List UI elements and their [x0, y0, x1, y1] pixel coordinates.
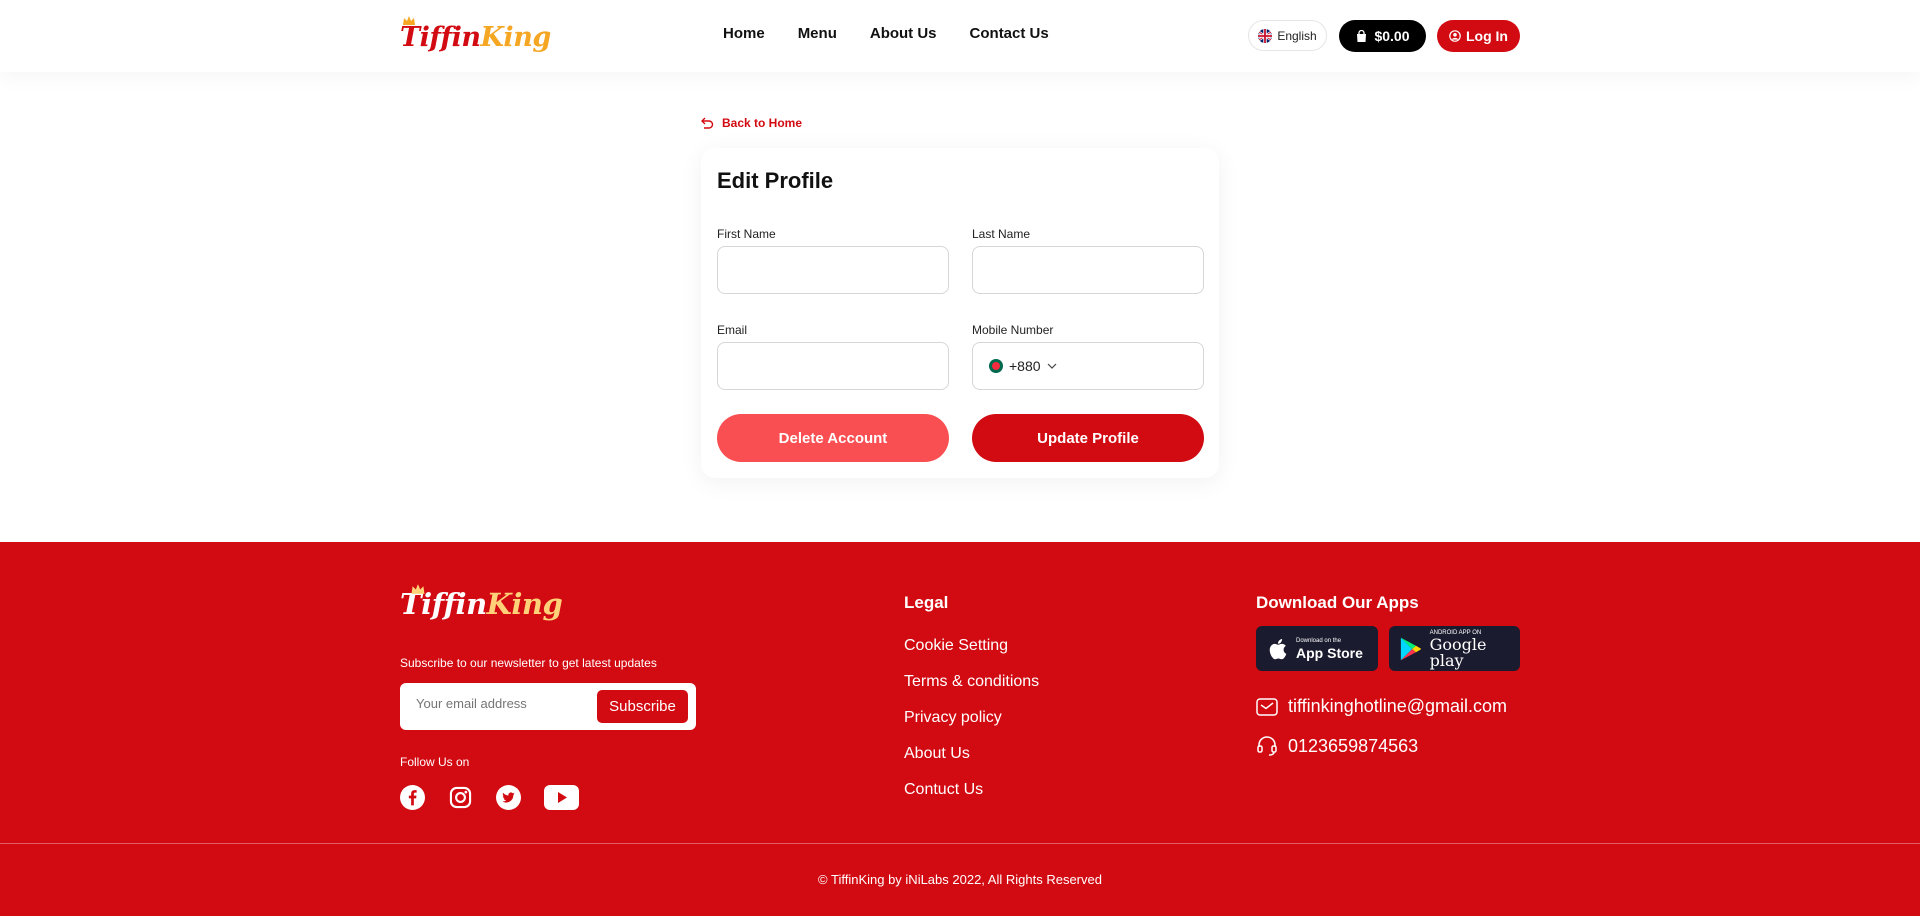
link-about-us[interactable]: About Us [904, 744, 1039, 780]
contact-phone-text: 0123659874563 [1288, 735, 1419, 756]
login-button[interactable]: Log In [1437, 20, 1520, 52]
last-name-label: Last Name [972, 227, 1031, 241]
google-play-button[interactable]: ANDROID APP ON Google play [1389, 626, 1520, 671]
first-name-input[interactable] [717, 246, 949, 294]
login-label: Log In [1466, 28, 1508, 44]
google-play-big-text: Google play [1429, 634, 1487, 670]
headset-icon [1257, 736, 1277, 756]
link-terms-conditions[interactable]: Terms & conditions [904, 672, 1039, 708]
delete-account-button[interactable]: Delete Account [717, 414, 949, 462]
mobile-number-input[interactable]: +880 [972, 342, 1204, 390]
language-label: English [1277, 28, 1317, 43]
follow-us-text: Follow Us on [400, 755, 470, 769]
newsletter-email-input[interactable] [416, 696, 576, 711]
download-apps-heading: Download Our Apps [1256, 593, 1419, 612]
nav-about-us[interactable]: About Us [870, 25, 937, 42]
user-circle-icon [1449, 30, 1461, 42]
cart-total: $0.00 [1374, 28, 1410, 44]
legal-heading: Legal [904, 593, 949, 612]
nav-contact-us[interactable]: Contact Us [970, 25, 1049, 42]
contact-email[interactable]: tiffinkinghotline@gmail.com [1256, 696, 1507, 717]
apple-icon [1269, 638, 1287, 659]
twitter-icon[interactable] [496, 785, 521, 810]
facebook-icon[interactable] [400, 785, 425, 810]
shopping-bag-icon [1357, 29, 1367, 42]
google-play-icon [1400, 637, 1421, 660]
edit-profile-card: Edit Profile First Name Last Name Email … [701, 148, 1219, 478]
crown-icon [411, 584, 425, 594]
update-profile-button[interactable]: Update Profile [972, 414, 1204, 462]
main-nav: Home Menu About Us Contact Us [723, 25, 1082, 42]
mobile-number-label: Mobile Number [972, 323, 1054, 337]
email-input[interactable] [717, 342, 949, 390]
back-link-label: Back to Home [722, 116, 803, 130]
footer-logo[interactable]: TiffinKing [400, 584, 563, 621]
back-to-home-link[interactable]: Back to Home [701, 116, 802, 130]
page-title: Edit Profile [717, 168, 834, 193]
logo-text: TiffinKing [400, 21, 551, 53]
contact-email-text: tiffinkinghotline@gmail.com [1288, 696, 1508, 716]
instagram-icon[interactable] [448, 785, 473, 810]
mail-icon [1256, 697, 1278, 716]
undo-arrow-icon [701, 117, 714, 129]
contact-phone[interactable]: 0123659874563 [1256, 735, 1418, 757]
nav-home[interactable]: Home [723, 25, 765, 42]
crown-icon [403, 16, 415, 25]
link-privacy-policy[interactable]: Privacy policy [904, 708, 1039, 744]
cart-button[interactable]: $0.00 [1339, 20, 1426, 52]
app-store-big-text: App Store [1296, 644, 1363, 661]
uk-flag-icon [1258, 28, 1273, 43]
newsletter-form: Subscribe [400, 683, 696, 730]
app-store-small-text: Download on the [1296, 637, 1342, 644]
site-header: TiffinKing Home Menu About Us Contact Us… [0, 0, 1920, 72]
copyright-text: © TiffinKing by iNiLabs 2022, All Rights… [818, 872, 1102, 887]
youtube-icon[interactable] [544, 785, 579, 810]
subscribe-button[interactable]: Subscribe [597, 690, 688, 723]
last-name-input[interactable] [972, 246, 1204, 294]
footer-divider [0, 843, 1920, 844]
language-selector[interactable]: English [1248, 20, 1327, 51]
social-links [400, 785, 579, 810]
newsletter-text: Subscribe to our newsletter to get lates… [400, 656, 657, 670]
link-cookie-setting[interactable]: Cookie Setting [904, 636, 1039, 672]
bangladesh-flag-icon [989, 359, 1003, 373]
chevron-down-icon[interactable] [1047, 363, 1057, 370]
email-label: Email [717, 323, 748, 337]
link-contact-us[interactable]: Contuct Us [904, 780, 1039, 816]
site-footer: TiffinKing Subscribe to our newsletter t… [0, 542, 1920, 916]
app-store-button[interactable]: Download on the App Store [1256, 626, 1378, 671]
site-logo[interactable]: TiffinKing [400, 16, 551, 57]
nav-menu[interactable]: Menu [798, 25, 837, 42]
first-name-label: First Name [717, 227, 776, 241]
country-code-selector[interactable]: +880 [1009, 358, 1041, 374]
legal-links: Cookie Setting Terms & conditions Privac… [904, 636, 1039, 816]
